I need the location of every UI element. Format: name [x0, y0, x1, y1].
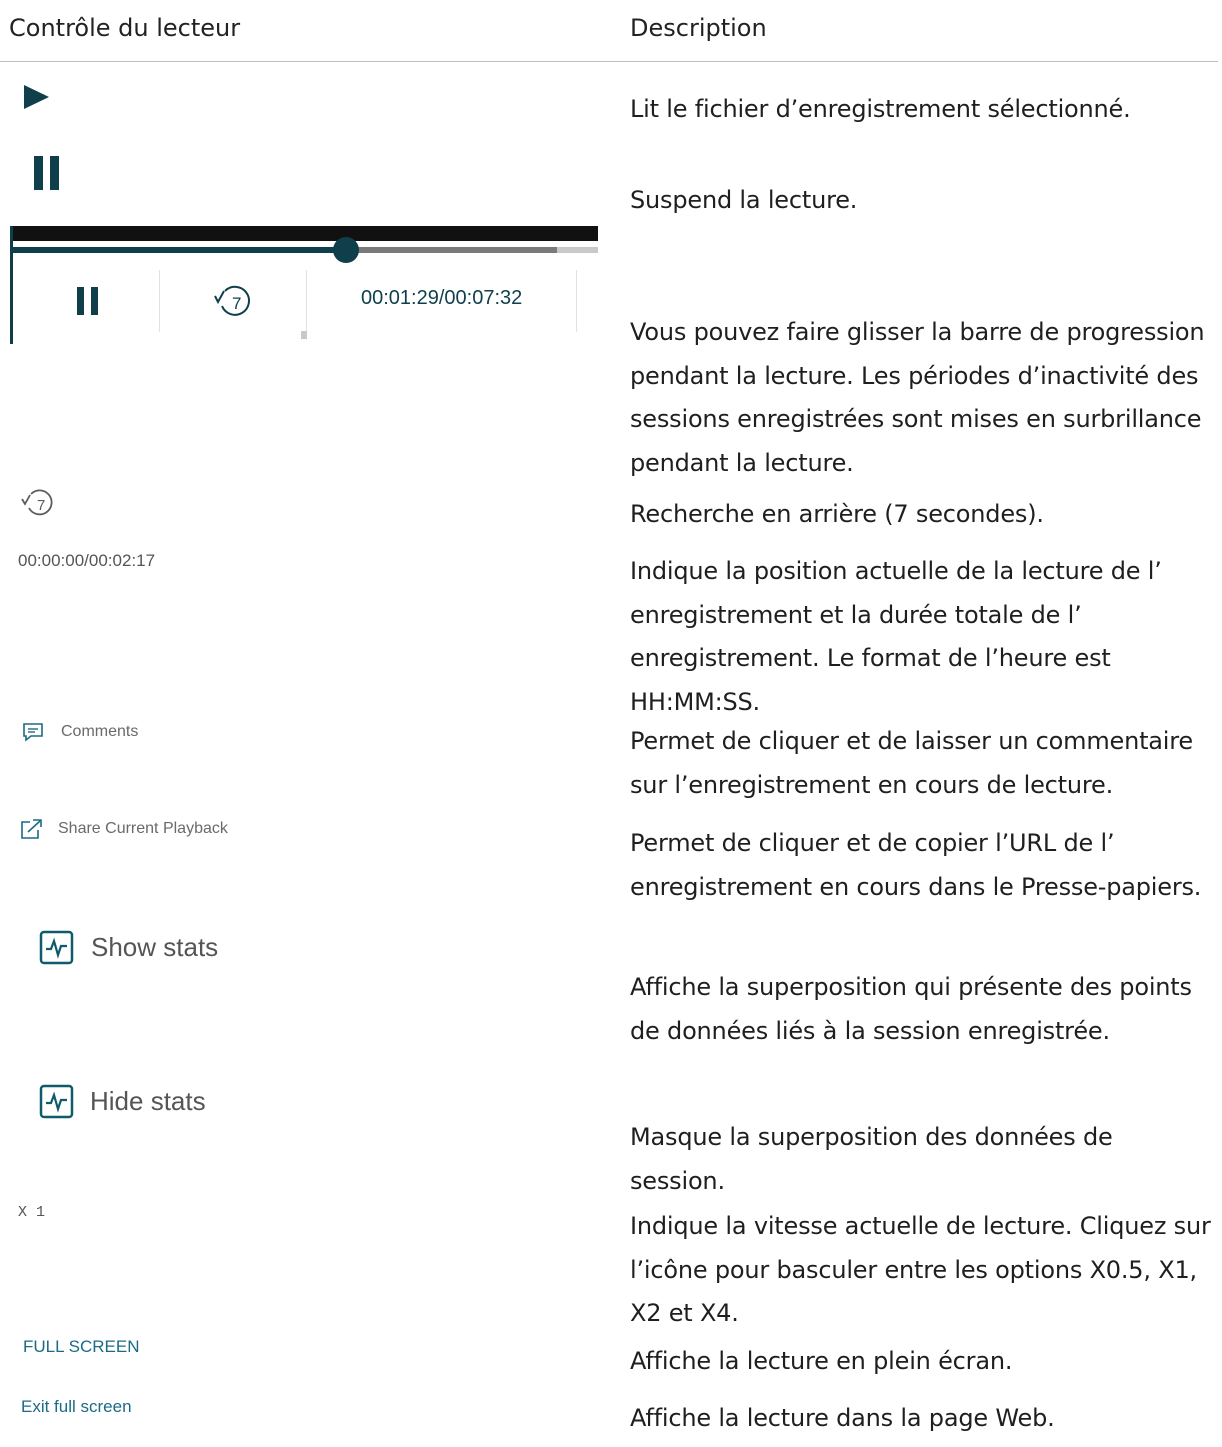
full-screen-button[interactable]: FULL SCREEN — [23, 1337, 140, 1357]
share-icon — [20, 818, 44, 840]
column-header-description: Description — [630, 14, 767, 42]
progress-handle[interactable] — [333, 237, 359, 263]
comment-icon — [22, 722, 44, 742]
share-button[interactable]: Share Current Playback — [20, 818, 228, 840]
speed-description: Indique la vitesse actuelle de lecture. … — [630, 1212, 1211, 1327]
divider-marker — [301, 331, 307, 339]
stats-icon — [39, 1084, 74, 1119]
divider — [159, 270, 160, 332]
hide-stats-description: Masque la superposition des données de s… — [630, 1123, 1113, 1195]
player-rewind-icon[interactable]: 7 — [212, 282, 256, 322]
share-label: Share Current Playback — [58, 820, 228, 837]
comments-label: Comments — [61, 723, 139, 740]
player-controls-screenshot: 7 00:01:29/00:07:32 — [10, 226, 598, 344]
player-pause-icon[interactable] — [77, 287, 99, 315]
player-left-edge — [10, 226, 13, 344]
show-stats-description: Affiche la superposition qui présente de… — [630, 973, 1192, 1045]
speed-button[interactable]: X 1 — [18, 1204, 45, 1221]
hide-stats-button[interactable]: Hide stats — [39, 1084, 206, 1119]
play-description: Lit le fichier d’enregistrement sélectio… — [630, 95, 1131, 123]
rewind-number: 7 — [37, 497, 45, 514]
column-header-control: Contrôle du lecteur — [9, 14, 241, 42]
progress-description: Vous pouvez faire glisser la barre de pr… — [630, 318, 1205, 477]
divider — [306, 270, 307, 332]
header-divider — [0, 61, 1218, 62]
pause-icon[interactable] — [33, 155, 61, 191]
seek-back-description: Recherche en arrière (7 secondes). — [630, 500, 1044, 528]
show-stats-button[interactable]: Show stats — [39, 930, 218, 965]
play-icon[interactable] — [22, 84, 50, 110]
comments-description: Permet de cliquer et de laisser un comme… — [630, 727, 1193, 799]
exit-full-screen-description: Affiche la lecture dans la page Web. — [630, 1404, 1055, 1432]
full-screen-description: Affiche la lecture en plein écran. — [630, 1347, 1013, 1375]
hide-stats-label: Hide stats — [90, 1086, 206, 1116]
stats-icon — [39, 930, 74, 965]
pause-description: Suspend la lecture. — [630, 186, 858, 214]
divider — [576, 270, 577, 332]
player-time: 00:01:29/00:07:32 — [361, 287, 523, 309]
share-description: Permet de cliquer et de copier l’URL de … — [630, 829, 1202, 901]
player-rewind-number: 7 — [232, 294, 241, 313]
rewind-7-icon[interactable]: 7 — [20, 487, 58, 521]
time-display: 00:00:00/00:02:17 — [18, 551, 156, 570]
time-display-description: Indique la position actuelle de la lectu… — [630, 557, 1162, 716]
progress-bar[interactable] — [13, 247, 346, 253]
comments-button[interactable]: Comments — [22, 722, 138, 742]
exit-full-screen-button[interactable]: Exit full screen — [21, 1397, 132, 1417]
show-stats-label: Show stats — [91, 932, 219, 962]
video-strip — [12, 226, 598, 241]
